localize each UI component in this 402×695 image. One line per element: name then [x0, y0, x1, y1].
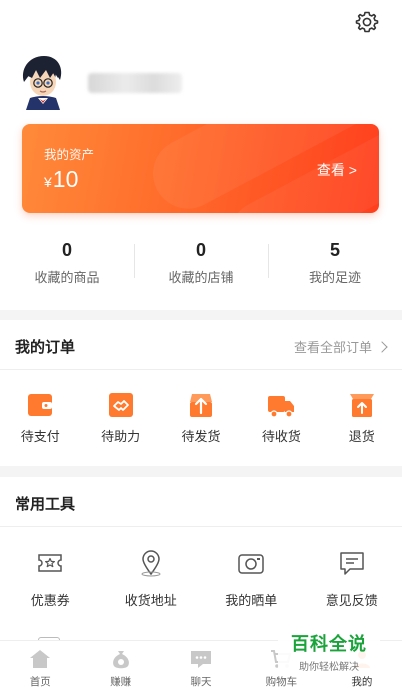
- coupon-icon: [38, 554, 62, 572]
- tab-label: 赚赚: [110, 676, 132, 688]
- coin-bag-icon: [112, 651, 129, 669]
- order-label: 待支付: [20, 429, 60, 444]
- watermark-subtitle: 助你轻松解决: [299, 662, 359, 673]
- asset-label: 我的资产: [44, 148, 95, 162]
- tab-earn[interactable]: 赚赚: [80, 641, 160, 695]
- section-title: 常用工具: [15, 496, 76, 513]
- stats-row: 0 收藏的商品 0 收藏的店铺 5 我的足迹: [0, 238, 402, 288]
- tab-home[interactable]: 首页: [0, 641, 80, 695]
- order-returns[interactable]: 退货: [322, 390, 402, 445]
- order-label: 待收货: [261, 429, 301, 444]
- asset-card[interactable]: 我的资产 ¥10 查看 >: [22, 124, 379, 213]
- chat-icon: [191, 651, 212, 668]
- asset-view-button[interactable]: 查看 >: [317, 160, 357, 180]
- order-pending-receipt[interactable]: 待收货: [241, 390, 321, 445]
- tab-label: 聊天: [190, 676, 212, 688]
- watermark-title: 百科全说: [291, 634, 367, 654]
- tool-shipping-address[interactable]: 收货地址: [101, 549, 202, 609]
- tab-label: 购物车: [265, 676, 298, 688]
- stat-label: 收藏的店铺: [168, 270, 234, 285]
- order-label: 待助力: [101, 429, 141, 444]
- return-box-icon: [349, 394, 374, 417]
- tool-coupons[interactable]: 优惠券: [0, 549, 101, 609]
- stat-label: 我的足迹: [308, 270, 361, 285]
- stat-value: 0: [61, 240, 72, 260]
- wallet-icon: [28, 394, 53, 416]
- tool-label: 收货地址: [124, 593, 177, 608]
- stat-footprints[interactable]: 5 我的足迹: [268, 238, 402, 288]
- tools-row: 优惠券 收货地址 我的晒单 意见反馈: [0, 549, 402, 609]
- section-title: 我的订单: [15, 339, 76, 356]
- stat-value: 5: [329, 240, 340, 260]
- view-all-orders-link[interactable]: 查看全部订单: [293, 337, 388, 356]
- tool-label: 我的晒单: [225, 593, 278, 608]
- camera-icon: [238, 554, 264, 574]
- package-icon: [189, 394, 212, 417]
- gear-icon[interactable]: [354, 9, 380, 35]
- tab-label: 我的: [351, 676, 373, 688]
- view-all-orders-label: 查看全部订单: [293, 340, 372, 355]
- avatar[interactable]: [18, 52, 66, 110]
- order-status-row: 待支付 待助力 待发货 待收货 退货: [0, 390, 402, 445]
- asset-amount-value: 10: [52, 166, 79, 192]
- tools-header: 常用工具: [0, 477, 402, 527]
- asset-amount: ¥10: [44, 166, 78, 193]
- tool-label: 意见反馈: [325, 593, 378, 608]
- order-pending-payment[interactable]: 待支付: [0, 390, 80, 445]
- orders-header: 我的订单 查看全部订单: [0, 320, 402, 370]
- order-pending-assist[interactable]: 待助力: [80, 390, 160, 445]
- currency-symbol: ¥: [44, 174, 52, 190]
- profile-header: 我的资产 ¥10 查看 > 0 收藏的商品 0 收藏的店铺 5 我的足迹: [0, 0, 402, 310]
- tool-my-reviews[interactable]: 我的晒单: [201, 549, 302, 609]
- stat-value: 0: [195, 240, 206, 260]
- location-icon: [141, 550, 161, 577]
- tools-section: 常用工具 优惠券 收货地址 我的晒单 意见反馈: [0, 477, 402, 649]
- tool-feedback[interactable]: 意见反馈: [302, 549, 402, 609]
- tab-chat[interactable]: 聊天: [161, 641, 241, 695]
- truck-icon: [268, 396, 295, 418]
- stat-favorite-shops[interactable]: 0 收藏的店铺: [134, 238, 268, 288]
- order-label: 待发货: [181, 429, 221, 444]
- feedback-icon: [340, 552, 364, 575]
- tab-label: 首页: [29, 676, 51, 688]
- order-label: 退货: [348, 429, 375, 444]
- order-pending-shipment[interactable]: 待发货: [161, 390, 241, 445]
- stat-favorite-products[interactable]: 0 收藏的商品: [0, 238, 134, 288]
- orders-section: 我的订单 查看全部订单 待支付 待助力 待发货 待收货 退货: [0, 320, 402, 466]
- stat-label: 收藏的商品: [34, 270, 100, 285]
- tool-label: 优惠券: [30, 593, 70, 608]
- username-blurred: [88, 73, 182, 93]
- chevron-right-icon: [376, 341, 388, 353]
- watermark-logo: 百科全说 助你轻松解决: [278, 626, 380, 676]
- handshake-icon: [108, 393, 133, 417]
- home-icon: [30, 650, 51, 668]
